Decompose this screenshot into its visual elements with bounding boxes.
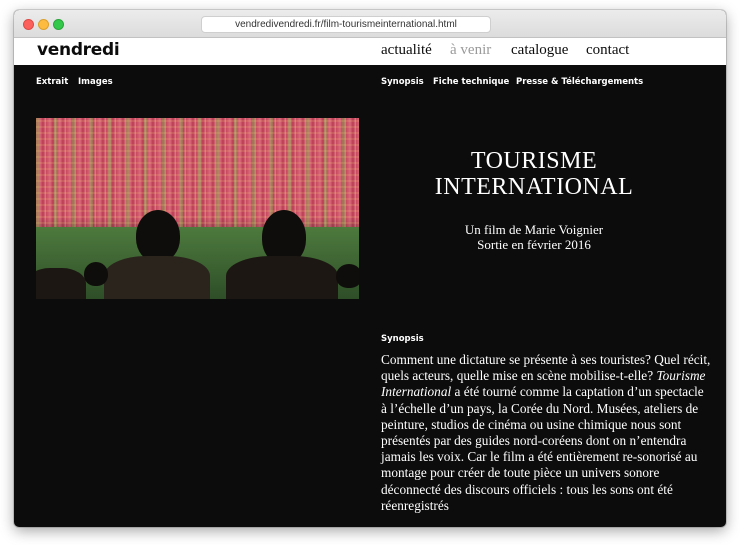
film-title: TOURISME INTERNATIONAL xyxy=(376,148,692,200)
synopsis-text: Comment une dictature se présente à ses … xyxy=(381,352,711,513)
address-bar[interactable]: vendredivendredi.fr/film-tourismeinterna… xyxy=(201,16,491,33)
browser-titlebar: vendredivendredi.fr/film-tourismeinterna… xyxy=(14,10,726,38)
film-title-line2: INTERNATIONAL xyxy=(434,174,634,200)
nav-link-catalogue[interactable]: catalogue xyxy=(511,42,568,59)
nav-link-contact[interactable]: contact xyxy=(586,42,629,59)
zoom-window-button[interactable] xyxy=(53,19,64,30)
film-still-image[interactable] xyxy=(36,118,359,299)
nav-link-a-venir[interactable]: à venir xyxy=(450,42,491,59)
site-logo[interactable]: vendredi xyxy=(37,40,120,60)
film-title-line1: TOURISME xyxy=(470,148,598,174)
subnav-extrait[interactable]: Extrait xyxy=(36,77,68,87)
subnav-synopsis[interactable]: Synopsis xyxy=(381,77,424,87)
site-header: vendredi actualité à venir catalogue con… xyxy=(14,38,726,65)
subnav-fiche-technique[interactable]: Fiche technique xyxy=(433,77,509,87)
close-window-button[interactable] xyxy=(23,19,34,30)
minimize-window-button[interactable] xyxy=(38,19,49,30)
subnav-presse-telechargements[interactable]: Presse & Téléchargements xyxy=(516,77,643,87)
film-release-date: Sortie en février 2016 xyxy=(477,237,591,252)
synopsis-heading: Synopsis xyxy=(381,334,424,344)
film-byline: Un film de Marie Voignier Sortie en févr… xyxy=(376,222,692,252)
nav-link-actualite[interactable]: actualité xyxy=(381,42,432,59)
subnav-images[interactable]: Images xyxy=(78,77,113,87)
film-director: Un film de Marie Voignier xyxy=(464,222,604,237)
browser-window: vendredivendredi.fr/film-tourismeinterna… xyxy=(14,10,726,527)
